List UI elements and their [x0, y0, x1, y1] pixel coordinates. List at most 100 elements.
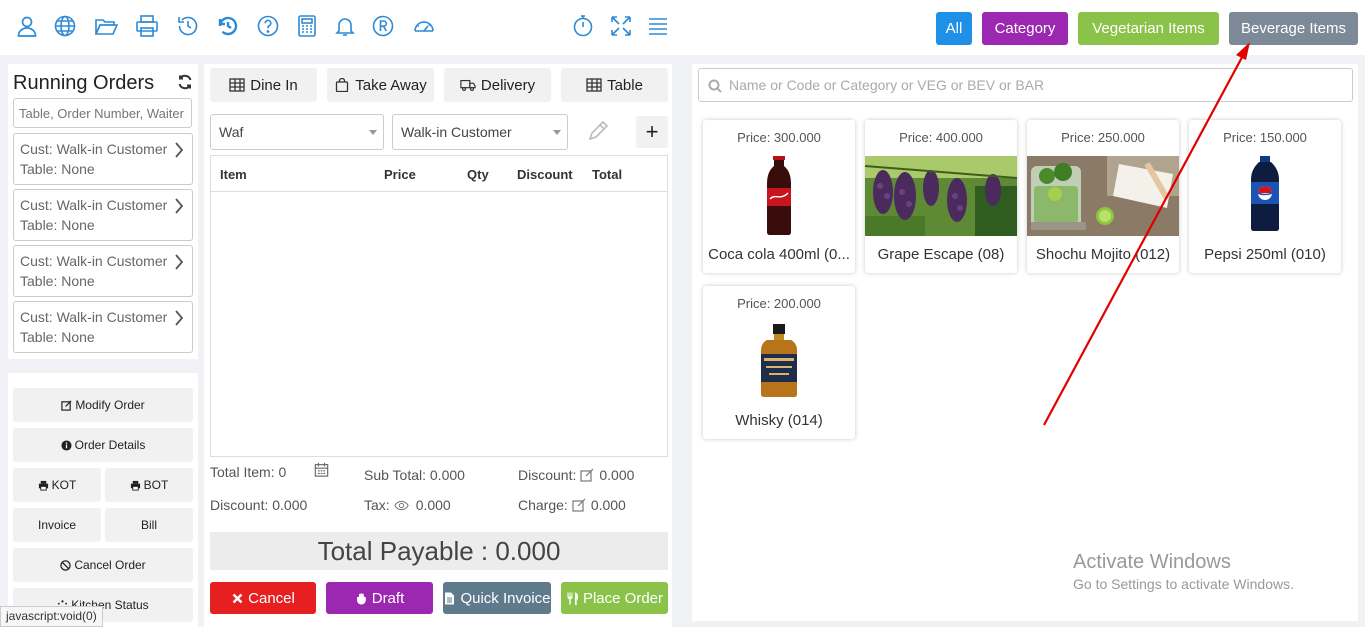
panel-divider [8, 359, 198, 373]
product-search-input[interactable]: Name or Code or Category or VEG or BEV o… [698, 68, 1353, 102]
invoice-button[interactable]: Invoice [13, 508, 101, 542]
close-icon [231, 592, 244, 605]
bill-button[interactable]: Bill [105, 508, 193, 542]
user-icon[interactable] [15, 14, 39, 38]
browser-status-bar: javascript:void(0) [0, 606, 103, 627]
chevron-right-icon [174, 254, 184, 270]
order-table: Table: None [20, 273, 95, 289]
kot-label: KOT [51, 478, 77, 492]
bot-button[interactable]: BOT [105, 468, 193, 502]
beverage-items-button[interactable]: Beverage Items [1229, 12, 1358, 45]
product-card[interactable]: Price: 150.000 Pepsi 250ml (010) [1189, 120, 1341, 273]
globe-icon[interactable] [53, 14, 77, 38]
order-customer: Cust: Walk-in Customer [20, 141, 168, 157]
tax-label: Tax: [364, 497, 390, 513]
column-discount: Discount [517, 167, 573, 182]
order-entry-panel: Dine In Take Away Delivery Table Waf Wal… [204, 64, 672, 627]
history-icon[interactable] [176, 14, 200, 38]
cancel-label: Cancel [248, 589, 295, 607]
running-order-card[interactable]: Cust: Walk-in Customer Table: None [13, 245, 193, 297]
column-total: Total [592, 167, 623, 182]
product-card[interactable]: Price: 300.000 Coca cola 400ml (0... [703, 120, 855, 273]
printer-icon[interactable] [135, 14, 159, 38]
order-table: Table: None [20, 217, 95, 233]
calculator-icon[interactable] [295, 14, 319, 38]
fullscreen-icon[interactable] [609, 14, 633, 38]
chevron-right-icon [174, 142, 184, 158]
bell-icon[interactable] [333, 14, 357, 38]
dine-in-label: Dine In [250, 76, 298, 94]
grape-vineyard-image [865, 156, 1017, 236]
add-customer-button[interactable]: + [636, 116, 668, 148]
eye-icon[interactable] [393, 498, 412, 513]
cancel-order-label: Cancel Order [74, 558, 146, 572]
printer-icon [38, 480, 49, 491]
total-item-label: Total Item: 0 [210, 464, 287, 480]
order-customer: Cust: Walk-in Customer [20, 253, 168, 269]
table-button[interactable]: Table [561, 68, 668, 102]
running-orders-search-input[interactable] [13, 98, 192, 128]
waiter-select[interactable]: Waf [210, 114, 384, 150]
registered-icon[interactable] [371, 14, 395, 38]
edit-icon[interactable] [580, 468, 595, 483]
product-card[interactable]: Price: 250.000 Shochu Mojito (012) [1027, 120, 1179, 273]
pepsi-bottle-image [1189, 156, 1341, 236]
kot-button[interactable]: KOT [13, 468, 101, 502]
quick-invoice-button[interactable]: Quick Invoice [443, 582, 551, 614]
place-order-button[interactable]: Place Order [561, 582, 668, 614]
modify-order-button[interactable]: Modify Order [13, 388, 193, 422]
draft-button[interactable]: Draft [326, 582, 433, 614]
sub-total: Sub Total: 0.000 [364, 467, 465, 483]
customer-select[interactable]: Walk-in Customer [392, 114, 568, 150]
cancel-order-button[interactable]: Cancel Order [13, 548, 193, 582]
take-away-button[interactable]: Take Away [327, 68, 434, 102]
column-item: Item [220, 167, 247, 182]
printer-icon [130, 480, 141, 491]
product-card[interactable]: Price: 200.000 Whisky (014) [703, 286, 855, 439]
category-all-button[interactable]: All [936, 12, 972, 45]
ban-icon [60, 559, 72, 571]
vegetarian-items-button[interactable]: Vegetarian Items [1078, 12, 1219, 45]
bill-label: Bill [140, 518, 157, 532]
edit-icon[interactable] [572, 498, 587, 513]
invoice-label: Invoice [37, 518, 77, 532]
category-button[interactable]: Category [982, 12, 1068, 45]
folder-open-icon[interactable] [94, 14, 118, 38]
stopwatch-icon[interactable] [571, 14, 595, 38]
product-name: Shochu Mojito (012) [1035, 246, 1171, 263]
coca-cola-bottle-image [703, 156, 855, 236]
discount-label: Discount: [518, 467, 577, 483]
charge-value: 0.000 [590, 497, 626, 513]
order-table: Table: None [20, 161, 95, 177]
cancel-button[interactable]: Cancel [210, 582, 316, 614]
chevron-right-icon [174, 198, 184, 214]
running-orders-title: Running Orders [13, 72, 155, 94]
running-order-card[interactable]: Cust: Walk-in Customer Table: None [13, 301, 193, 353]
product-price: Price: 150.000 [1223, 130, 1307, 145]
product-price: Price: 400.000 [899, 130, 983, 145]
undo-history-icon[interactable] [216, 14, 240, 38]
product-card[interactable]: Price: 400.000 Grape Escape (08) [865, 120, 1017, 273]
delivery-label: Delivery [480, 76, 536, 94]
customer-select-value: Walk-in Customer [401, 124, 512, 140]
order-table: Table: None [20, 329, 95, 345]
truck-icon [460, 78, 476, 92]
order-details-button[interactable]: Order Details [13, 428, 193, 462]
discount-total-label: Discount: 0.000 [210, 497, 308, 513]
order-customer: Cust: Walk-in Customer [20, 197, 168, 213]
pencil-icon[interactable] [587, 120, 609, 142]
running-order-card[interactable]: Cust: Walk-in Customer Table: None [13, 133, 193, 185]
table-grid-icon [586, 78, 602, 92]
delivery-button[interactable]: Delivery [444, 68, 551, 102]
menu-icon[interactable] [646, 14, 670, 38]
dashboard-gauge-icon[interactable] [412, 14, 436, 38]
refresh-icon[interactable] [177, 74, 193, 90]
charge-label: Charge: [518, 497, 568, 513]
running-orders-panel: Running Orders Cust: Walk-in Customer Ta… [8, 64, 198, 627]
help-icon[interactable] [256, 14, 280, 38]
dine-in-button[interactable]: Dine In [210, 68, 317, 102]
product-name: Pepsi 250ml (010) [1204, 246, 1326, 263]
calendar-icon[interactable] [314, 462, 330, 479]
total-item-count: Total Item: 0 [210, 464, 286, 480]
running-order-card[interactable]: Cust: Walk-in Customer Table: None [13, 189, 193, 241]
